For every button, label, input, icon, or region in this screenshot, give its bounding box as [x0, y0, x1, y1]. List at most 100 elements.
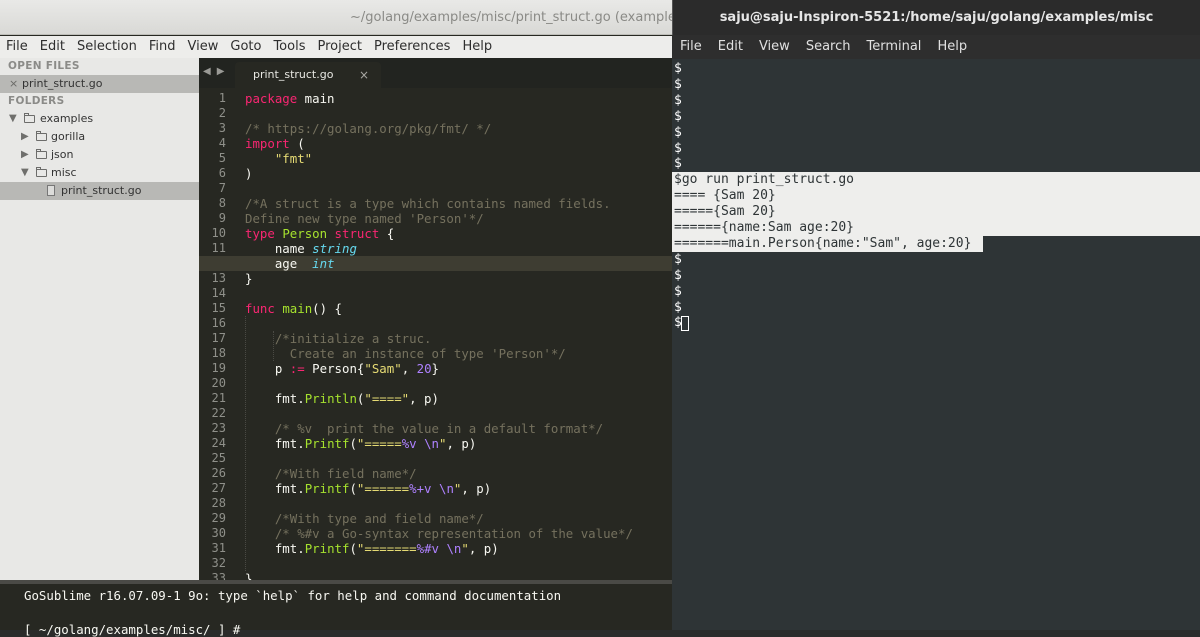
- code-token: package: [245, 91, 298, 106]
- code-token: "====": [364, 391, 410, 406]
- editor-window-title: ~/golang/examples/misc/print_struct.go (…: [350, 10, 672, 25]
- line-number: 32: [211, 556, 226, 570]
- code-line: }: [245, 571, 252, 580]
- code-token: %+v: [409, 481, 432, 496]
- editor-menu-edit[interactable]: Edit: [34, 36, 71, 58]
- chevron-right-icon[interactable]: ▶: [21, 128, 29, 146]
- terminal-prompt-line: $: [674, 156, 682, 172]
- editor-menu-file[interactable]: File: [0, 36, 34, 58]
- sidebar: OPEN FILES × print_struct.go FOLDERS ▼ e…: [0, 58, 199, 580]
- code-token: , p): [446, 436, 477, 451]
- close-icon[interactable]: ×: [359, 62, 369, 88]
- code-token: fmt.: [245, 481, 305, 496]
- code-line: /*With field name*/: [245, 466, 417, 481]
- terminal-menu-file[interactable]: File: [672, 35, 710, 59]
- chevron-down-icon[interactable]: ▼: [9, 110, 17, 128]
- folder-icon: [36, 167, 47, 177]
- line-number: 13: [211, 271, 226, 285]
- terminal-output-line: ======{name:Sam age:20}: [674, 220, 855, 235]
- line-number: 9: [218, 211, 226, 225]
- terminal-prompt-line: $: [674, 251, 682, 267]
- code-line: /*A struct is a type which contains name…: [245, 196, 611, 211]
- line-number: 18: [211, 346, 226, 360]
- chevron-down-icon[interactable]: ▼: [21, 164, 29, 182]
- terminal-prompt-line: $: [674, 283, 682, 299]
- code-line: /* https://golang.org/pkg/fmt/ */: [245, 121, 491, 136]
- terminal-prompt-line: $: [674, 267, 682, 283]
- line-number: 27: [211, 481, 226, 495]
- terminal-menu-help[interactable]: Help: [929, 35, 975, 59]
- line-number: 8: [218, 196, 226, 210]
- code-token: }: [245, 571, 253, 580]
- line-number: 11: [211, 241, 226, 255]
- folder-item-misc[interactable]: ▼ misc: [0, 164, 199, 182]
- terminal-menu-edit[interactable]: Edit: [710, 35, 751, 59]
- code-token: ": [461, 541, 469, 556]
- code-line: type Person struct {: [245, 226, 394, 241]
- line-number: 4: [218, 136, 226, 150]
- code-token: string: [312, 241, 357, 256]
- code-token: , p): [461, 481, 492, 496]
- tab-print-struct[interactable]: print_struct.go ×: [235, 62, 381, 88]
- code-line: p := Person{"Sam", 20}: [245, 361, 439, 376]
- folder-item-json[interactable]: ▶ json: [0, 146, 199, 164]
- file-item-print-struct[interactable]: print_struct.go: [0, 182, 199, 200]
- terminal-menu-search[interactable]: Search: [798, 35, 859, 59]
- terminal-prompt-line: $: [674, 140, 682, 156]
- terminal-output-line: =======main.Person{name:"Sam", age:20}: [674, 235, 972, 251]
- terminal-output-line: $go run print_struct.go: [674, 172, 855, 188]
- editor-menu-find[interactable]: Find: [143, 36, 182, 58]
- tab-prev-icon[interactable]: ◀: [203, 66, 211, 77]
- line-number: 16: [211, 316, 226, 330]
- editor-menu-help[interactable]: Help: [456, 36, 498, 58]
- folder-label: misc: [51, 166, 77, 179]
- terminal-prompt-line: $: [674, 61, 682, 76]
- editor-menu-tools[interactable]: Tools: [267, 36, 311, 58]
- code-line: /*With type and field name*/: [245, 511, 484, 526]
- line-number: 6: [218, 166, 226, 180]
- chevron-right-icon[interactable]: ▶: [21, 146, 29, 164]
- terminal-menu-terminal[interactable]: Terminal: [858, 35, 929, 59]
- code-token: import: [245, 136, 290, 151]
- gosublime-console[interactable]: GoSublime r16.07.09-1 9o: type `help` fo…: [0, 580, 672, 637]
- code-token: "=====: [356, 436, 402, 451]
- code-line: Define new type named 'Person'*/: [245, 211, 484, 226]
- terminal-menu-view[interactable]: View: [751, 35, 798, 59]
- code-token: Println: [304, 391, 357, 406]
- editor-menu-preferences[interactable]: Preferences: [368, 36, 456, 58]
- editor-menu-view[interactable]: View: [182, 36, 225, 58]
- code-token: Define new type named 'Person'*/: [245, 211, 484, 226]
- terminal-screen[interactable]: $ $ $ $ $ $ $ $go run print_struct.go ==== {Sam …: [672, 59, 1200, 630]
- code-token: "======: [356, 481, 410, 496]
- code-line: /* %v print the value in a default forma…: [245, 421, 603, 436]
- terminal-prompt-line: $: [674, 108, 682, 124]
- folder-item-examples[interactable]: ▼ examples: [0, 110, 199, 128]
- tab-next-icon[interactable]: ▶: [217, 66, 225, 77]
- code-token: main: [297, 91, 335, 106]
- code-editor[interactable]: 1234567891011121314151617181920212223242…: [199, 88, 672, 580]
- open-file-item[interactable]: × print_struct.go: [0, 75, 199, 93]
- line-number: 33: [211, 571, 226, 580]
- code-token: /*With type and field name*/: [274, 511, 484, 526]
- code-line: ): [245, 166, 252, 181]
- close-icon[interactable]: ×: [9, 75, 18, 93]
- terminal-prompt-line: $: [674, 299, 682, 315]
- line-number: 28: [211, 496, 226, 510]
- code-token: \n: [446, 541, 462, 556]
- editor-menu-project[interactable]: Project: [311, 36, 367, 58]
- code-token: }: [245, 271, 253, 286]
- editor-menu-goto[interactable]: Goto: [224, 36, 267, 58]
- code-token: func: [245, 301, 275, 316]
- code-token: {: [379, 226, 395, 241]
- code-token: /* %v print the value in a default forma…: [274, 421, 604, 436]
- terminal-window-title: saju@saju-Inspiron-5521:/home/saju/golan…: [719, 10, 1154, 25]
- code-token: name: [245, 241, 313, 256]
- editor-menu-selection[interactable]: Selection: [71, 36, 143, 58]
- file-icon: [47, 185, 55, 196]
- code-token: }: [431, 361, 439, 376]
- folder-item-gorilla[interactable]: ▶ gorilla: [0, 128, 199, 146]
- code-line: /* %#v a Go-syntax representation of the…: [245, 526, 633, 541]
